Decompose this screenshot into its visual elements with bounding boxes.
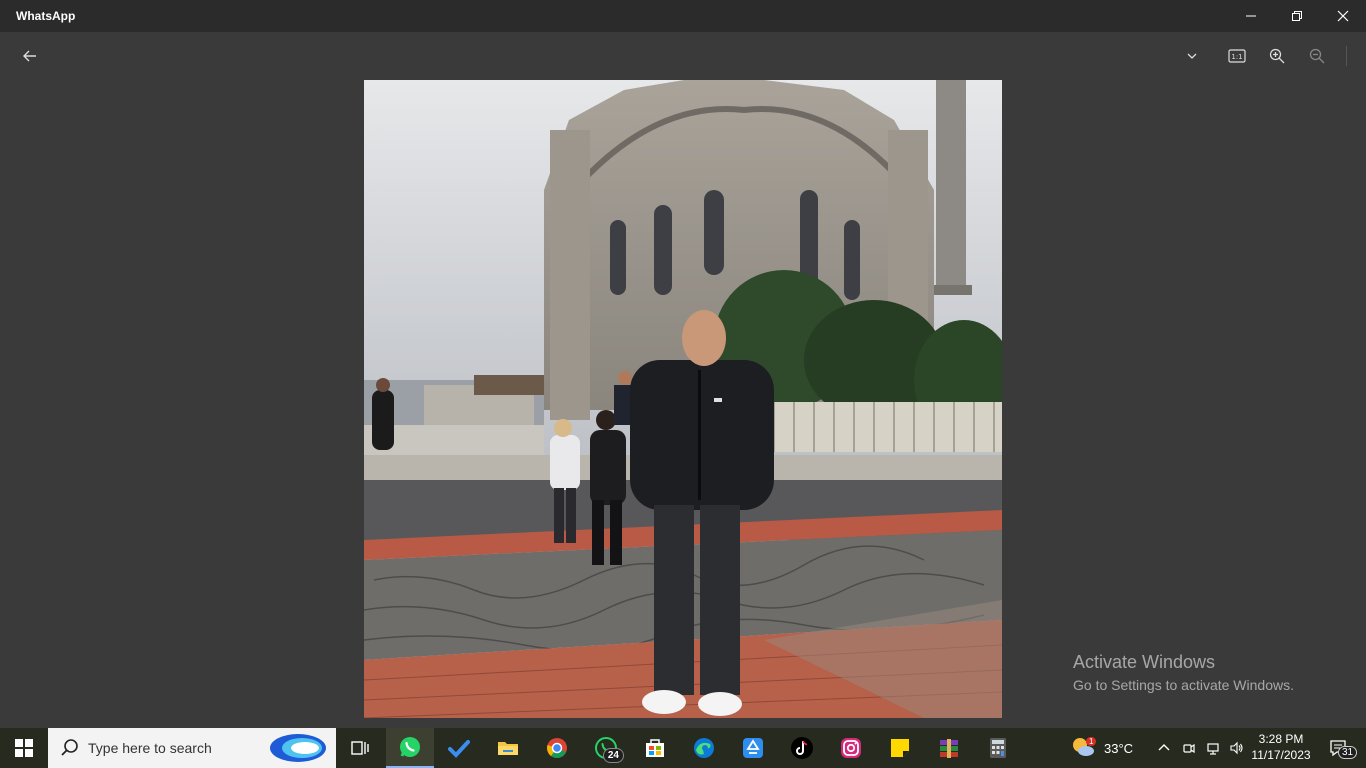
weather-widget[interactable]: 1 33°C: [1070, 728, 1133, 768]
taskbar-clock[interactable]: 3:28 PM 11/17/2023: [1246, 731, 1316, 763]
microsoft-store-icon: [646, 739, 664, 757]
back-button[interactable]: [14, 44, 46, 68]
activate-title: Activate Windows: [1073, 652, 1216, 672]
notification-center-button[interactable]: 31: [1318, 728, 1358, 768]
edge-icon: [694, 738, 714, 758]
restore-icon: [1292, 11, 1302, 21]
taskbar-search-box[interactable]: Type here to search: [48, 728, 336, 768]
taskbar: Type here to search 24 1 33°C 3:28 PM 11…: [0, 728, 1366, 768]
winrar-icon: [940, 739, 958, 758]
taskbar-winrar[interactable]: [925, 728, 973, 768]
close-button[interactable]: [1320, 0, 1366, 32]
windows-logo-icon: [15, 739, 33, 757]
meet-now-button[interactable]: [1177, 728, 1201, 768]
activate-windows-watermark: Activate Windows Go to Settings to activ…: [1073, 652, 1294, 693]
minimize-button[interactable]: [1228, 0, 1274, 32]
taskbar-file-explorer[interactable]: [484, 728, 532, 768]
network-icon: [1207, 743, 1219, 755]
show-hidden-icons-button[interactable]: [1152, 728, 1176, 768]
actual-size-button[interactable]: 1:1: [1221, 44, 1253, 68]
whatsapp-icon: [400, 737, 420, 757]
actual-size-label: 1:1: [1231, 53, 1242, 61]
taskbar-calculator[interactable]: [974, 728, 1022, 768]
chrome-icon: [547, 738, 567, 758]
weather-temperature: 33°C: [1104, 740, 1134, 756]
start-button[interactable]: [0, 728, 48, 768]
clock-time: 3:28 PM: [1258, 732, 1304, 746]
taskbar-microsoft-store[interactable]: [631, 728, 679, 768]
chevron-up-icon: [1158, 744, 1170, 751]
todo-icon: [448, 740, 470, 758]
taskbar-whatsapp-beta[interactable]: 24: [582, 728, 630, 768]
arrow-left-icon: [23, 50, 36, 62]
restore-button[interactable]: [1274, 0, 1320, 32]
title-bar: WhatsApp: [0, 0, 1366, 32]
minimize-icon: [1246, 15, 1256, 17]
notification-count: 31: [1338, 746, 1358, 759]
network-button[interactable]: [1201, 728, 1225, 768]
taskbar-recycle-app[interactable]: [729, 728, 777, 768]
instagram-icon: [841, 738, 861, 758]
calculator-icon: [990, 738, 1006, 758]
zoom-out-button[interactable]: [1301, 44, 1333, 68]
taskbar-whatsapp[interactable]: [386, 728, 434, 768]
taskbar-instagram[interactable]: [827, 728, 875, 768]
activate-subtitle: Go to Settings to activate Windows.: [1073, 677, 1294, 693]
speaker-icon: [1230, 741, 1243, 755]
chevron-down-icon: [1187, 53, 1197, 59]
zoom-in-icon: [1269, 48, 1285, 64]
search-placeholder: Type here to search: [88, 740, 212, 756]
camera-icon: [1183, 743, 1195, 754]
bing-chat-icon[interactable]: [268, 732, 328, 764]
search-icon: [61, 739, 78, 756]
zoom-in-button[interactable]: [1261, 44, 1293, 68]
taskbar-todo[interactable]: [435, 728, 483, 768]
whatsapp-badge: 24: [602, 748, 624, 763]
task-view-button[interactable]: [336, 728, 384, 768]
zoom-out-icon: [1309, 48, 1325, 64]
actual-size-icon: 1:1: [1228, 49, 1246, 63]
viewed-photo[interactable]: [364, 80, 1002, 718]
clock-date: 11/17/2023: [1251, 748, 1311, 762]
toolbar-divider: [1346, 46, 1347, 66]
app-title: WhatsApp: [16, 9, 76, 23]
taskbar-chrome[interactable]: [533, 728, 581, 768]
taskbar-tiktok[interactable]: [778, 728, 826, 768]
options-dropdown-button[interactable]: [1176, 44, 1208, 68]
close-icon: [1337, 10, 1349, 22]
sticky-notes-icon: [891, 739, 909, 757]
photo-image: [364, 80, 1002, 718]
task-view-icon: [351, 741, 369, 755]
tiktok-icon: [791, 737, 813, 759]
file-explorer-icon: [498, 742, 518, 755]
media-viewer: 1:1 Activate Windows Go to Settings to a…: [0, 32, 1366, 728]
recycle-app-icon: [743, 738, 763, 758]
taskbar-edge[interactable]: [680, 728, 728, 768]
taskbar-sticky-notes[interactable]: [876, 728, 924, 768]
